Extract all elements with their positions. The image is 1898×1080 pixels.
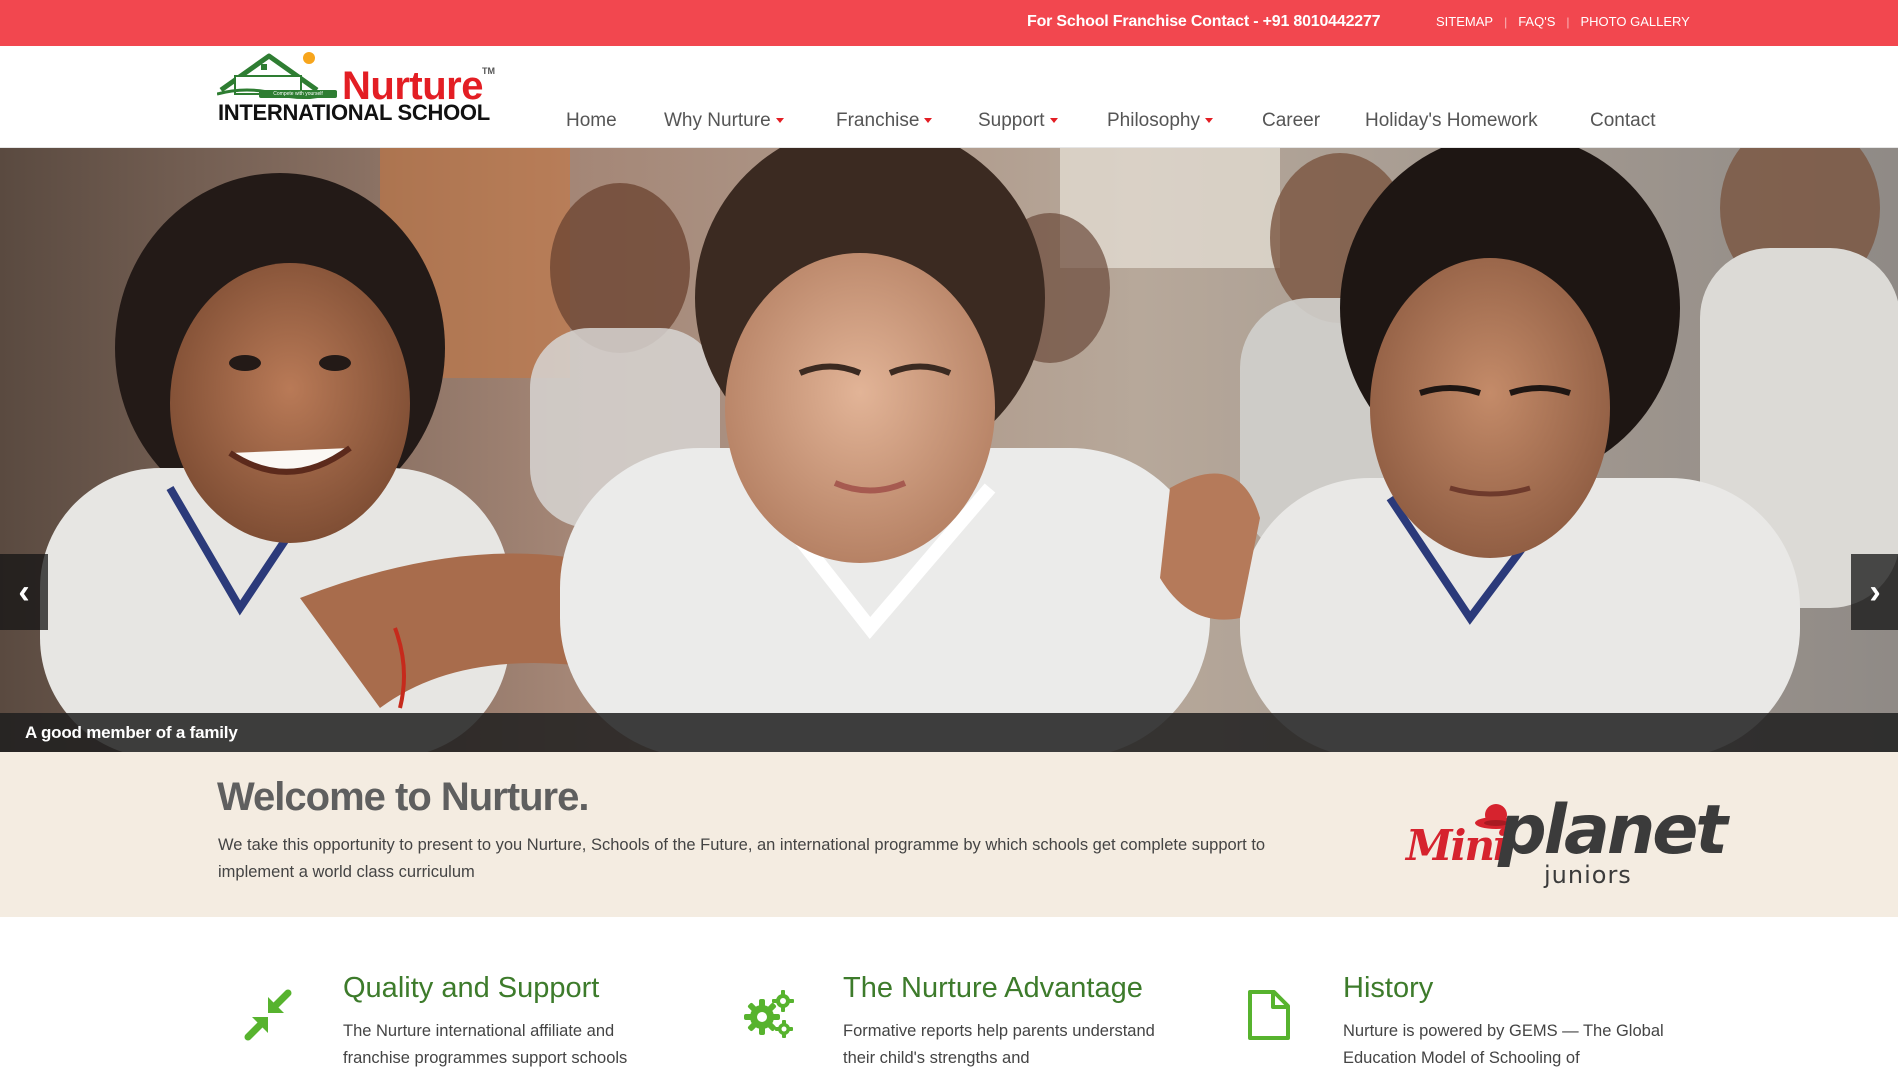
logo-tagline: Compete with yourself — [259, 90, 337, 98]
nav-contact[interactable]: Contact — [1590, 110, 1655, 132]
feature-title[interactable]: The Nurture Advantage — [843, 972, 1143, 1005]
gears-icon — [744, 990, 794, 1038]
features-section: Quality and Support The Nurture internat… — [0, 917, 1898, 1080]
nav-label: Career — [1262, 110, 1321, 131]
welcome-text: We take this opportunity to present to y… — [218, 836, 1266, 881]
faqs-link[interactable]: FAQ'S — [1518, 14, 1555, 29]
mini-planet-word-juniors: juniors — [1544, 861, 1632, 889]
slider-next-button[interactable]: › — [1851, 554, 1898, 630]
nav-home[interactable]: Home — [566, 110, 617, 132]
chevron-right-icon: › — [1869, 572, 1881, 611]
caret-down-icon — [1049, 118, 1058, 124]
feature-text: Nurture is powered by GEMS — The Global … — [1343, 1022, 1664, 1067]
nav-label: Why Nurture — [664, 110, 771, 131]
feature-nurture-advantage: The Nurture Advantage Formative reports … — [742, 917, 1182, 1080]
hero-photo — [0, 148, 1898, 752]
compress-arrows-icon — [244, 989, 292, 1041]
welcome-section: Welcome to Nurture. We take this opportu… — [0, 752, 1898, 917]
logo-trademark: TM — [482, 66, 495, 76]
feature-title[interactable]: History — [1343, 972, 1433, 1005]
nav-holidays-homework[interactable]: Holiday's Homework — [1365, 110, 1538, 132]
nav-support[interactable]: Support — [978, 110, 1058, 132]
nav-label: Philosophy — [1107, 110, 1200, 131]
mini-planet-word-planet: planet — [1498, 791, 1728, 870]
welcome-title: Welcome to Nurture. — [217, 775, 589, 819]
nav-label: Holiday's Homework — [1365, 110, 1538, 131]
nav-label: Contact — [1590, 110, 1656, 131]
nav-label: Support — [978, 110, 1045, 131]
caret-down-icon — [924, 118, 933, 124]
mini-planet-logo[interactable]: Mini planet juniors — [1402, 787, 1728, 897]
top-bar: For School Franchise Contact - +91 80104… — [0, 0, 1898, 46]
chevron-left-icon: ‹ — [18, 572, 30, 611]
feature-text: Formative reports help parents understan… — [843, 1022, 1155, 1067]
nav-franchise[interactable]: Franchise — [836, 110, 933, 132]
nav-philosophy[interactable]: Philosophy — [1107, 110, 1213, 132]
franchise-contact: For School Franchise Contact - +91 80104… — [1027, 13, 1381, 30]
feature-quality-support: Quality and Support The Nurture internat… — [242, 917, 682, 1080]
sitemap-link[interactable]: SITEMAP — [1436, 14, 1493, 29]
nav-why-nurture[interactable]: Why Nurture — [664, 110, 784, 132]
nav-label: Franchise — [836, 110, 920, 131]
slide-caption-bar: A good member of a family — [0, 713, 1898, 752]
hero-slider: ‹ › — [0, 148, 1898, 752]
document-icon — [1248, 990, 1290, 1040]
feature-history: History Nurture is powered by GEMS — The… — [1242, 917, 1682, 1080]
feature-title[interactable]: Quality and Support — [343, 972, 599, 1005]
site-header: Compete with yourself Nurture TM INTERNA… — [0, 46, 1898, 148]
link-separator: | — [1566, 14, 1570, 29]
caret-down-icon — [775, 118, 784, 124]
caret-down-icon — [1204, 118, 1213, 124]
feature-text: The Nurture international affiliate and … — [343, 1022, 628, 1067]
slider-prev-button[interactable]: ‹ — [0, 554, 48, 630]
nav-label: Home — [566, 110, 617, 131]
mini-planet-word-mini: Mini — [1406, 821, 1509, 870]
photo-gallery-link[interactable]: PHOTO GALLERY — [1581, 14, 1690, 29]
top-links: SITEMAP | FAQ'S | PHOTO GALLERY — [1436, 14, 1690, 29]
link-separator: | — [1504, 14, 1508, 29]
main-nav: Home Why Nurture Franchise Support Philo… — [0, 110, 1898, 140]
slide-caption: A good member of a family — [25, 723, 238, 742]
nav-career[interactable]: Career — [1262, 110, 1320, 132]
